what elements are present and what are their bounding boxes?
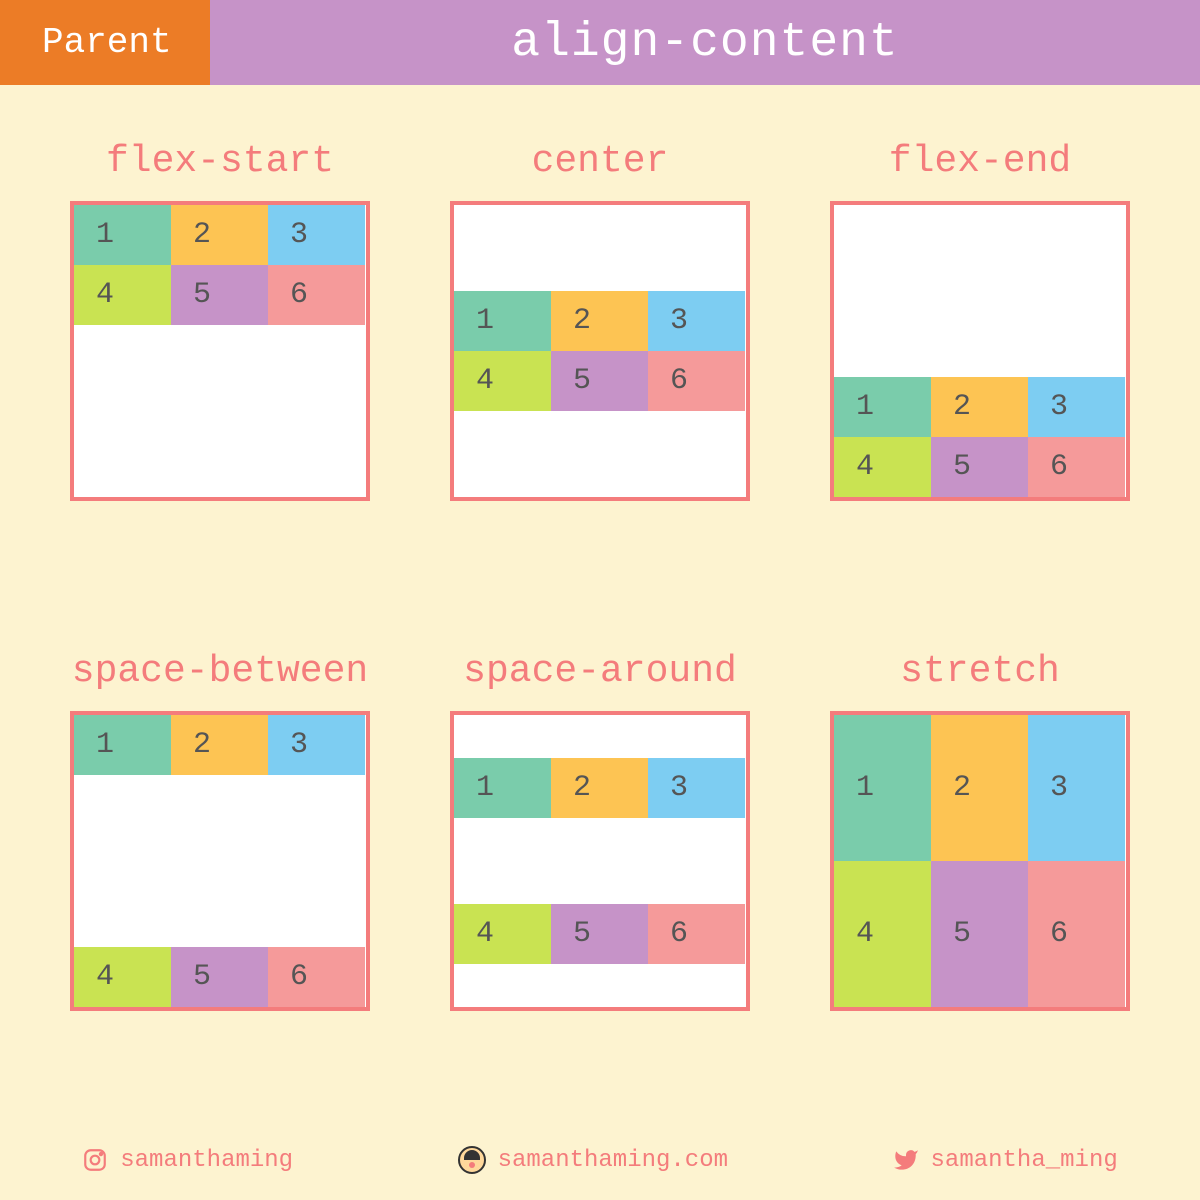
example-title: flex-end bbox=[889, 140, 1071, 183]
example-title: flex-start bbox=[106, 140, 334, 183]
header: Parent align-content bbox=[0, 0, 1200, 85]
examples-grid: flex-start123456center123456flex-end1234… bbox=[0, 85, 1200, 1120]
flex-item-6: 6 bbox=[1028, 861, 1125, 1007]
flex-item-2: 2 bbox=[171, 205, 268, 265]
twitter-icon bbox=[893, 1147, 919, 1173]
flex-container: 123456 bbox=[830, 711, 1130, 1011]
twitter-handle: samantha_ming bbox=[931, 1147, 1118, 1174]
example-space-around: space-around 123 456 bbox=[435, 650, 765, 1100]
avatar-icon bbox=[458, 1146, 486, 1174]
page-title: align-content bbox=[210, 0, 1200, 85]
flex-item-3: 3 bbox=[1028, 715, 1125, 861]
flex-item-2: 2 bbox=[931, 377, 1028, 437]
flex-item-3: 3 bbox=[648, 291, 745, 351]
flex-container: 123 456 bbox=[450, 201, 750, 501]
header-badge: Parent bbox=[0, 0, 210, 85]
flex-container: 123 456 bbox=[830, 201, 1130, 501]
flex-item-4: 4 bbox=[454, 351, 551, 411]
flex-item-5: 5 bbox=[171, 265, 268, 325]
footer: samanthaming samanthaming.com samantha_m… bbox=[0, 1120, 1200, 1200]
example-stretch: stretch 123456 bbox=[815, 650, 1145, 1100]
flex-container: 123 456 bbox=[450, 711, 750, 1011]
flex-item-4: 4 bbox=[74, 265, 171, 325]
website-url: samanthaming.com bbox=[498, 1147, 728, 1174]
flex-item-2: 2 bbox=[931, 715, 1028, 861]
flex-item-1: 1 bbox=[834, 715, 931, 861]
flex-item-6: 6 bbox=[1028, 437, 1125, 497]
flex-item-2: 2 bbox=[171, 715, 268, 775]
example-title: space-between bbox=[72, 650, 368, 693]
flex-item-5: 5 bbox=[931, 437, 1028, 497]
flex-item-4: 4 bbox=[74, 947, 171, 1007]
flex-container: 123 456 bbox=[70, 201, 370, 501]
flex-item-6: 6 bbox=[268, 265, 365, 325]
flex-item-3: 3 bbox=[268, 715, 365, 775]
flex-item-4: 4 bbox=[834, 437, 931, 497]
flex-item-1: 1 bbox=[74, 205, 171, 265]
flex-item-5: 5 bbox=[551, 351, 648, 411]
example-center: center 123 456 bbox=[435, 140, 765, 590]
flex-item-6: 6 bbox=[648, 904, 745, 964]
example-space-between: space-between 123 456 bbox=[55, 650, 385, 1100]
flex-item-6: 6 bbox=[648, 351, 745, 411]
twitter-link[interactable]: samantha_ming bbox=[893, 1147, 1118, 1174]
flex-item-1: 1 bbox=[454, 758, 551, 818]
flex-item-5: 5 bbox=[171, 947, 268, 1007]
flex-container: 123 456 bbox=[70, 711, 370, 1011]
flex-item-2: 2 bbox=[551, 291, 648, 351]
flex-item-1: 1 bbox=[834, 377, 931, 437]
website-link[interactable]: samanthaming.com bbox=[458, 1146, 728, 1174]
flex-item-6: 6 bbox=[268, 947, 365, 1007]
flex-item-3: 3 bbox=[1028, 377, 1125, 437]
flex-item-1: 1 bbox=[74, 715, 171, 775]
flex-item-3: 3 bbox=[268, 205, 365, 265]
flex-item-4: 4 bbox=[454, 904, 551, 964]
flex-item-1: 1 bbox=[454, 291, 551, 351]
example-flex-start: flex-start 123 456 bbox=[55, 140, 385, 590]
flex-item-2: 2 bbox=[551, 758, 648, 818]
flex-item-5: 5 bbox=[931, 861, 1028, 1007]
flex-item-4: 4 bbox=[834, 861, 931, 1007]
example-title: stretch bbox=[900, 650, 1060, 693]
instagram-link[interactable]: samanthaming bbox=[82, 1147, 293, 1174]
instagram-icon bbox=[82, 1147, 108, 1173]
flex-item-3: 3 bbox=[648, 758, 745, 818]
flex-item-5: 5 bbox=[551, 904, 648, 964]
example-title: space-around bbox=[463, 650, 737, 693]
instagram-handle: samanthaming bbox=[120, 1147, 293, 1174]
example-flex-end: flex-end 123 456 bbox=[815, 140, 1145, 590]
example-title: center bbox=[532, 140, 669, 183]
